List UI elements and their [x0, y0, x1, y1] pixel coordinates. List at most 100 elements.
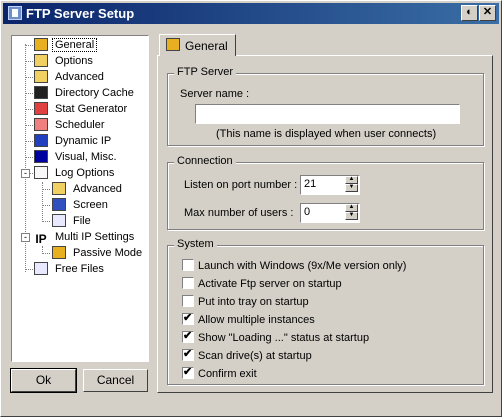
cancel-button[interactable]: Cancel [83, 369, 148, 392]
checkbox-label: Launch with Windows (9x/Me version only) [198, 260, 407, 272]
ftp-server-group: FTP Server Server name : (This name is d… [167, 66, 484, 146]
tree-item-label: Log Options [55, 167, 115, 179]
activate-on-startup-checkbox[interactable]: Activate Ftp server on startup [182, 277, 342, 291]
tree-item-label: General [51, 38, 98, 52]
tree-item-directory-cache[interactable]: Directory Cache [34, 85, 136, 101]
tree-item-label: File [73, 215, 91, 227]
tree-item-label: Scheduler [55, 119, 105, 131]
connection-group: Connection Listen on port number : 21 ▲ … [167, 155, 484, 230]
tree-item-label: Free Files [55, 263, 104, 275]
app-icon [8, 6, 22, 20]
ok-button[interactable]: Ok [10, 368, 77, 393]
checkbox-box [182, 295, 194, 307]
checkbox-label: Put into tray on startup [198, 296, 309, 308]
options-icon [34, 54, 48, 67]
tree-item-file[interactable]: File [52, 213, 93, 229]
tools-icon [34, 38, 48, 51]
stat-icon [34, 102, 48, 115]
log-icon [34, 166, 48, 179]
system-group: System Launch with Windows (9x/Me versio… [167, 238, 484, 385]
tree-item-label: Visual, Misc. [55, 151, 117, 163]
group-title: Connection [174, 155, 236, 167]
passive-icon [52, 246, 66, 259]
checkbox-label: Activate Ftp server on startup [198, 278, 342, 290]
port-number-value: 21 [304, 178, 317, 190]
tree-item-label: Passive Mode [73, 247, 143, 259]
scan-drives-checkbox[interactable]: Scan drive(s) at startup [182, 347, 312, 363]
advanced-log-icon [52, 182, 66, 195]
tree-item-scheduler[interactable]: Scheduler [34, 117, 107, 133]
spin-down-icon[interactable]: ▼ [345, 212, 358, 220]
checkbox-box [182, 365, 194, 379]
clock-icon [34, 118, 48, 131]
tree-item-general[interactable]: General [34, 37, 98, 53]
server-name-label: Server name : [180, 88, 250, 100]
tab-general[interactable]: General [159, 34, 236, 56]
server-name-hint: (This name is displayed when user connec… [216, 128, 437, 140]
help-icon[interactable]: ◐ [461, 5, 478, 21]
spin-up-icon[interactable]: ▲ [345, 204, 358, 212]
server-name-input[interactable] [195, 104, 460, 124]
tree-item-advanced[interactable]: Advanced [34, 69, 106, 85]
ip-icon [34, 134, 48, 147]
tree-item-label: Screen [73, 199, 108, 211]
title-bar[interactable]: FTP Server Setup ◐ ✕ [3, 3, 499, 24]
checkbox-label: Confirm exit [198, 368, 257, 380]
ftp-server-setup-window: FTP Server Setup ◐ ✕ - - General Options… [0, 0, 502, 417]
free-files-icon [34, 262, 48, 275]
tree-item-stat-generator[interactable]: Stat Generator [34, 101, 129, 117]
port-number-stepper[interactable]: 21 ▲ ▼ [300, 175, 360, 195]
checkbox-label: Allow multiple instances [198, 314, 315, 326]
checkbox-label: Scan drive(s) at startup [198, 350, 312, 362]
ip-letters-icon: IP [34, 232, 48, 246]
tree-item-visual-misc[interactable]: Visual, Misc. [34, 149, 119, 165]
tree-item-label: Directory Cache [55, 87, 134, 99]
multi-ip-expander[interactable]: - [21, 233, 30, 242]
tree-item-label: Dynamic IP [55, 135, 112, 147]
spin-up-icon[interactable]: ▲ [345, 176, 358, 184]
max-users-stepper[interactable]: 0 ▲ ▼ [300, 203, 360, 223]
loading-status-checkbox[interactable]: Show "Loading ..." status at startup [182, 329, 370, 345]
tree-item-passive-mode[interactable]: Passive Mode [52, 245, 144, 261]
confirm-exit-checkbox[interactable]: Confirm exit [182, 365, 257, 381]
checkbox-box [182, 347, 194, 361]
pencil-icon [34, 86, 48, 99]
checkbox-label: Show "Loading ..." status at startup [198, 332, 370, 344]
max-users-value: 0 [304, 206, 311, 218]
group-title: System [174, 238, 217, 250]
tree-item-label: Multi IP Settings [55, 231, 135, 243]
log-options-expander[interactable]: - [21, 169, 30, 178]
tree-item-dynamic-ip[interactable]: Dynamic IP [34, 133, 113, 149]
checkbox-box [182, 277, 194, 289]
group-title: FTP Server [174, 66, 237, 78]
general-tab-panel: FTP Server Server name : (This name is d… [157, 55, 493, 393]
launch-with-windows-checkbox[interactable]: Launch with Windows (9x/Me version only) [182, 259, 406, 273]
checkbox-box [182, 311, 194, 325]
close-icon[interactable]: ✕ [479, 5, 496, 21]
window-title: FTP Server Setup [26, 6, 135, 21]
screen-icon [52, 198, 66, 211]
checkbox-box [182, 259, 194, 271]
monitor-icon [34, 150, 48, 163]
tree-item-label: Stat Generator [55, 103, 128, 115]
multiple-instances-checkbox[interactable]: Allow multiple instances [182, 311, 315, 327]
tools-icon [166, 38, 180, 51]
file-icon [52, 214, 66, 227]
tree-item-label: Advanced [73, 183, 122, 195]
tree-item-screen[interactable]: Screen [52, 197, 110, 213]
checkbox-box [182, 329, 194, 343]
advanced-icon [34, 70, 48, 83]
tree-item-multi-ip[interactable]: IP Multi IP Settings [34, 229, 136, 245]
spin-down-icon[interactable]: ▼ [345, 184, 358, 192]
tree-item-label: Advanced [55, 71, 104, 83]
tree-item-label: Options [55, 55, 93, 67]
tree-item-log-advanced[interactable]: Advanced [52, 181, 124, 197]
tray-on-startup-checkbox[interactable]: Put into tray on startup [182, 295, 309, 309]
settings-tree[interactable]: - - General Options Advanced Directory C… [11, 35, 149, 362]
tree-item-free-files[interactable]: Free Files [34, 261, 106, 277]
max-users-label: Max number of users : [184, 207, 294, 219]
tree-item-log-options[interactable]: Log Options [34, 165, 116, 181]
tree-item-options[interactable]: Options [34, 53, 95, 69]
tab-label: General [185, 39, 228, 53]
port-label: Listen on port number : [184, 179, 298, 191]
